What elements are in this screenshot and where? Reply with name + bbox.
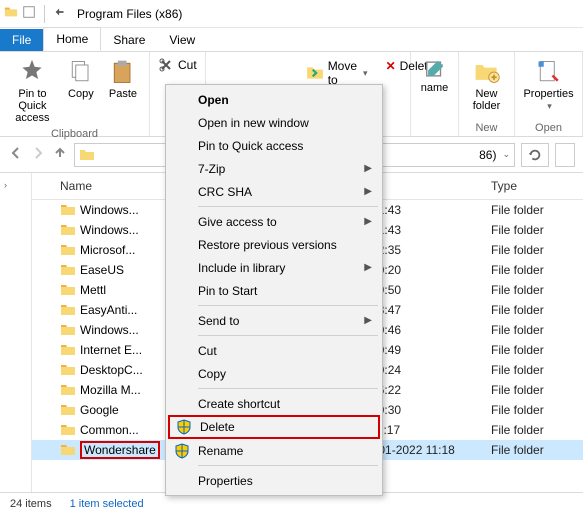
file-type: File folder xyxy=(483,383,583,397)
col-type[interactable]: Type xyxy=(483,173,583,199)
menu-create-shortcut[interactable]: Create shortcut xyxy=(168,392,380,415)
open-group-label: Open xyxy=(523,120,574,134)
menu-7zip[interactable]: 7-Zip▶ xyxy=(168,157,380,180)
menu-crc-sha[interactable]: CRC SHA▶ xyxy=(168,180,380,203)
menu-properties[interactable]: Properties xyxy=(168,469,380,492)
properties-button[interactable]: Properties▾ xyxy=(523,56,574,114)
tab-view[interactable]: View xyxy=(157,29,207,51)
folder-icon xyxy=(79,147,95,163)
quick-access-pin-icon[interactable] xyxy=(22,5,36,22)
file-type: File folder xyxy=(483,423,583,437)
search-box[interactable] xyxy=(555,143,575,167)
file-name: Common... xyxy=(80,423,139,437)
menu-open[interactable]: Open xyxy=(168,88,380,111)
file-type: File folder xyxy=(483,363,583,377)
scissors-icon xyxy=(158,57,174,73)
file-name: Windows... xyxy=(80,203,139,217)
back-button[interactable] xyxy=(8,145,24,164)
shield-icon xyxy=(174,443,190,459)
menu-rename[interactable]: Rename xyxy=(168,439,380,462)
folder-icon xyxy=(4,5,18,22)
context-menu: Open Open in new window Pin to Quick acc… xyxy=(165,84,383,496)
file-name: Internet E... xyxy=(80,343,142,357)
file-type: File folder xyxy=(483,203,583,217)
properties-icon xyxy=(535,58,563,86)
file-type: File folder xyxy=(483,263,583,277)
shield-icon xyxy=(176,419,192,435)
file-type: File folder xyxy=(483,443,583,457)
menu-cut[interactable]: Cut xyxy=(168,339,380,362)
undo-icon[interactable] xyxy=(53,5,67,22)
file-type: File folder xyxy=(483,343,583,357)
file-name: Google xyxy=(80,403,119,417)
status-count: 24 items xyxy=(10,498,52,510)
file-type: File folder xyxy=(483,303,583,317)
file-name: Mettl xyxy=(80,283,106,297)
up-button[interactable] xyxy=(52,145,68,164)
file-type: File folder xyxy=(483,403,583,417)
menu-delete[interactable]: Delete xyxy=(168,415,380,439)
forward-button[interactable] xyxy=(30,145,46,164)
chevron-down-icon[interactable]: ⌄ xyxy=(502,149,510,160)
file-name: DesktopC... xyxy=(80,363,143,377)
clipboard-group-label: Clipboard xyxy=(8,126,141,140)
rename-icon xyxy=(424,58,446,80)
file-name: Wondershare xyxy=(80,441,160,459)
chevron-right-icon[interactable]: › xyxy=(4,180,7,190)
folder-move-icon xyxy=(306,64,324,82)
rename-button-partial[interactable]: name xyxy=(419,56,450,96)
new-group-label: New xyxy=(467,120,506,134)
new-folder-icon xyxy=(473,58,501,86)
refresh-button[interactable] xyxy=(521,143,549,167)
file-name: Mozilla M... xyxy=(80,383,141,397)
file-type: File folder xyxy=(483,223,583,237)
new-folder-button[interactable]: New folder xyxy=(467,56,506,114)
file-name: Microsof... xyxy=(80,243,135,257)
menu-include-library[interactable]: Include in library▶ xyxy=(168,256,380,279)
pin-icon xyxy=(18,58,46,86)
menu-copy[interactable]: Copy xyxy=(168,362,380,385)
address-text: 86) xyxy=(479,148,496,162)
file-name: EaseUS xyxy=(80,263,124,277)
menu-pin-start[interactable]: Pin to Start xyxy=(168,279,380,302)
tree-pane[interactable]: › xyxy=(0,173,32,492)
window-title: Program Files (x86) xyxy=(77,7,182,21)
cut-button[interactable]: Cut xyxy=(156,56,199,74)
file-name: EasyAnti... xyxy=(80,303,137,317)
title-bar: Program Files (x86) xyxy=(0,0,583,28)
copy-button[interactable]: Copy xyxy=(63,56,99,126)
file-name: Windows... xyxy=(80,223,139,237)
tab-home[interactable]: Home xyxy=(43,27,101,51)
ribbon-tabs: File Home Share View xyxy=(0,28,583,52)
status-selected: 1 item selected xyxy=(70,498,144,510)
paste-button[interactable]: Paste xyxy=(105,56,141,126)
file-type: File folder xyxy=(483,323,583,337)
pin-to-quick-access-button[interactable]: Pin to Quick access xyxy=(8,56,57,126)
delete-x-icon: ✕ xyxy=(386,59,396,73)
paste-icon xyxy=(109,58,137,86)
menu-give-access[interactable]: Give access to▶ xyxy=(168,210,380,233)
file-type: File folder xyxy=(483,283,583,297)
menu-pin-quick-access[interactable]: Pin to Quick access xyxy=(168,134,380,157)
file-type: File folder xyxy=(483,243,583,257)
tab-file[interactable]: File xyxy=(0,29,43,51)
file-name: Windows... xyxy=(80,323,139,337)
tab-share[interactable]: Share xyxy=(101,29,157,51)
menu-open-new-window[interactable]: Open in new window xyxy=(168,111,380,134)
menu-send-to[interactable]: Send to▶ xyxy=(168,309,380,332)
menu-restore-versions[interactable]: Restore previous versions xyxy=(168,233,380,256)
copy-icon xyxy=(67,58,95,86)
